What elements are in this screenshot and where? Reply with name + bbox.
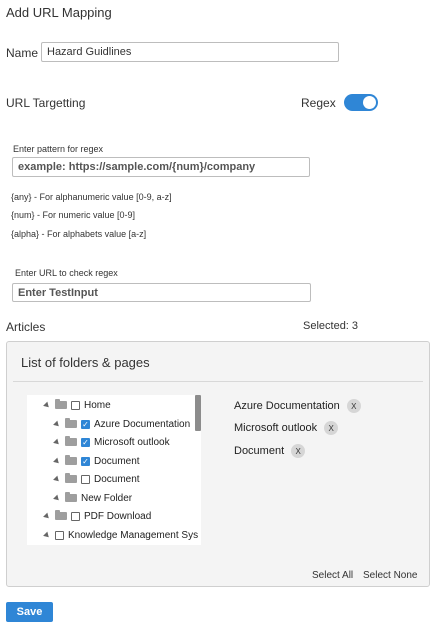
folder-icon	[65, 473, 77, 483]
checkbox[interactable]	[71, 400, 80, 410]
selected-item-label: Azure Documentation	[234, 400, 340, 412]
tree-node-pdf-download[interactable]: PDF Download	[43, 508, 152, 524]
tree-node-home[interactable]: Home	[43, 397, 111, 413]
selected-item-azure-documentation: Azure Documentation X	[234, 399, 361, 413]
expand-icon[interactable]	[43, 401, 51, 409]
selected-count: Selected: 3	[303, 320, 359, 332]
checkbox-checked[interactable]: ✓	[81, 419, 90, 429]
divider	[13, 381, 423, 382]
url-targeting-label: URL Targetting	[6, 96, 86, 110]
folder-icon	[55, 510, 67, 520]
tree-node-label: Microsoft outlook	[94, 436, 170, 448]
folder-tree[interactable]: Home ✓ Azure Documentation ✓ Microsoft o…	[27, 395, 201, 545]
expand-icon[interactable]	[53, 457, 61, 465]
checkbox[interactable]	[71, 511, 80, 521]
tree-node-label: Knowledge Management Sys	[68, 529, 199, 541]
tree-node-label: New Folder	[81, 492, 133, 504]
expand-icon[interactable]	[53, 494, 61, 502]
expand-icon[interactable]	[43, 512, 51, 520]
select-none-link[interactable]: Select None	[363, 570, 417, 581]
tree-node-azure-documentation[interactable]: ✓ Azure Documentation	[53, 416, 191, 432]
selected-item-label: Microsoft outlook	[234, 422, 318, 434]
tree-node-document-2[interactable]: Document	[53, 471, 140, 487]
toggle-knob	[363, 96, 376, 109]
expand-icon[interactable]	[43, 531, 51, 539]
remove-icon[interactable]: X	[346, 399, 361, 413]
check-url-label: Enter URL to check regex	[15, 268, 118, 278]
regex-label: Regex	[301, 96, 336, 110]
folder-icon	[65, 455, 77, 465]
tree-node-knowledge-management[interactable]: Knowledge Management Sys	[43, 527, 199, 543]
remove-icon[interactable]: X	[291, 444, 306, 458]
checkbox-checked[interactable]: ✓	[81, 437, 90, 447]
tree-node-label: Document	[94, 455, 140, 467]
save-button[interactable]: Save	[6, 602, 53, 622]
tree-node-label: Home	[84, 399, 111, 411]
hint-any: {any} - For alphanumeric value [0-9, a-z…	[11, 192, 172, 202]
folder-icon	[65, 492, 77, 502]
name-input[interactable]	[41, 42, 339, 62]
pattern-label: Enter pattern for regex	[13, 144, 104, 154]
tree-node-new-folder[interactable]: New Folder	[53, 490, 133, 506]
tree-node-label: PDF Download	[84, 510, 152, 522]
tree-node-label: Azure Documentation	[94, 418, 191, 430]
tree-node-label: Document	[94, 473, 140, 485]
hint-alpha: {alpha} - For alphabets value [a-z]	[11, 229, 147, 239]
select-all-link[interactable]: Select All	[312, 570, 353, 581]
folder-icon	[65, 418, 77, 428]
remove-icon[interactable]: X	[324, 421, 339, 435]
selected-item-label: Document	[234, 445, 285, 457]
tree-scrollbar[interactable]	[195, 395, 201, 431]
test-url-input[interactable]	[12, 283, 311, 302]
checkbox[interactable]	[81, 474, 90, 484]
checkbox-checked[interactable]: ✓	[81, 456, 90, 466]
folder-icon	[65, 436, 77, 446]
articles-label: Articles	[6, 320, 46, 334]
checkbox[interactable]	[55, 530, 64, 540]
articles-panel: List of folders & pages Home ✓ Azure Doc…	[6, 341, 430, 587]
hint-num: {num} - For numeric value [0-9]	[11, 210, 136, 220]
panel-title: List of folders & pages	[21, 355, 150, 370]
regex-toggle[interactable]	[344, 94, 378, 111]
folder-icon	[55, 399, 67, 409]
expand-icon[interactable]	[53, 438, 61, 446]
page-title: Add URL Mapping	[6, 5, 112, 20]
selected-item-microsoft-outlook: Microsoft outlook X	[234, 421, 339, 435]
expand-icon[interactable]	[53, 475, 61, 483]
tree-node-microsoft-outlook[interactable]: ✓ Microsoft outlook	[53, 434, 170, 450]
expand-icon[interactable]	[53, 420, 61, 428]
selected-item-document: Document X	[234, 444, 306, 458]
name-label: Name	[6, 46, 39, 60]
tree-node-document[interactable]: ✓ Document	[53, 453, 140, 469]
regex-pattern-input[interactable]	[12, 157, 310, 177]
